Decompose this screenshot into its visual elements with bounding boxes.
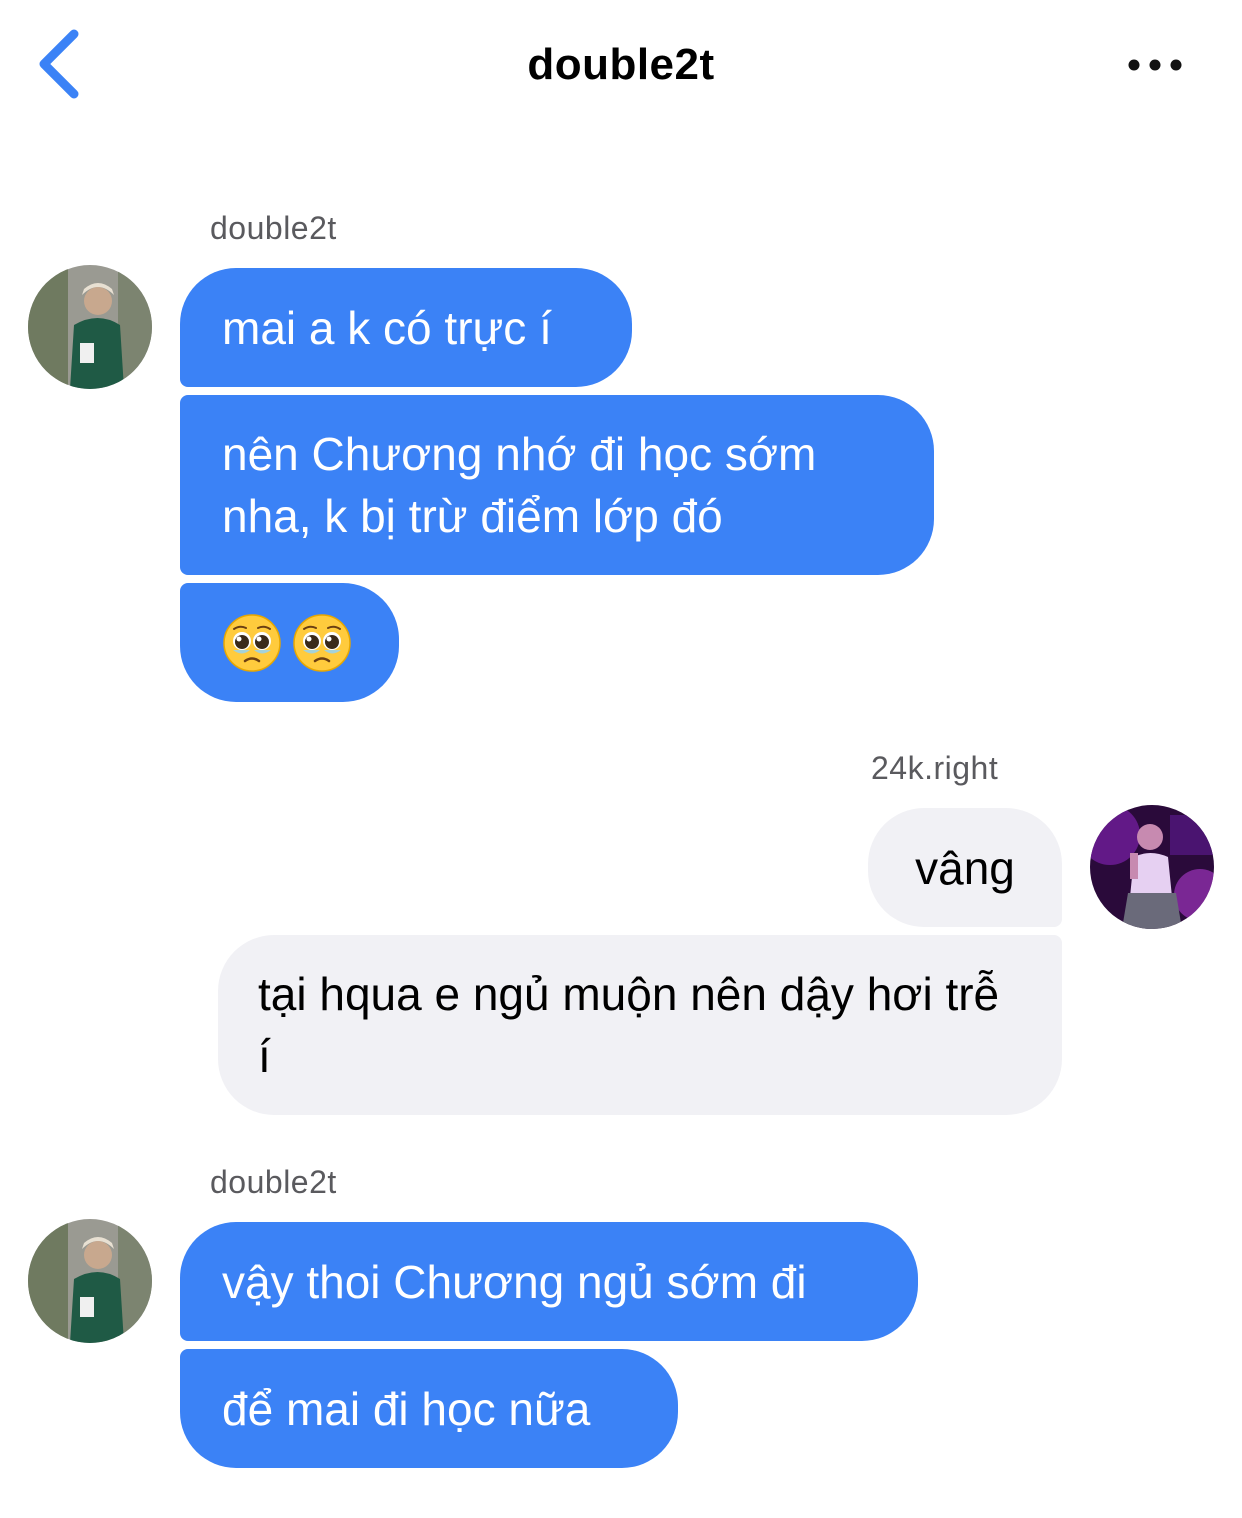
message-text: mai a k có trực í <box>222 301 552 354</box>
message-text: nên Chương nhớ đi học sớm nha, k bị trừ … <box>222 428 817 542</box>
message-bubble-outgoing[interactable]: vâng <box>868 808 1062 927</box>
pleading-face-emoji-icon <box>293 613 351 672</box>
pleading-face-emoji-icon <box>223 613 281 672</box>
avatar-photo <box>1090 805 1214 929</box>
avatar[interactable] <box>28 1219 152 1343</box>
message-text: vâng <box>915 841 1015 894</box>
sender-name: double2t <box>210 210 337 246</box>
message-bubble-incoming[interactable]: để mai đi học nữa <box>180 1349 678 1468</box>
avatar-photo <box>28 1219 152 1343</box>
message-bubble-incoming[interactable]: mai a k có trực í <box>180 268 632 387</box>
sender-name: 24k.right <box>871 750 999 786</box>
avatar[interactable] <box>1090 805 1214 929</box>
avatar-photo <box>28 265 152 389</box>
message-text: để mai đi học nữa <box>222 1382 591 1435</box>
more-options-button[interactable] <box>1118 44 1194 88</box>
message-text: vậy thoi Chương ngủ sớm đi <box>222 1255 807 1308</box>
sender-name: double2t <box>210 1164 337 1200</box>
page-title[interactable]: double2t <box>0 40 1242 90</box>
more-horizontal-icon <box>1128 59 1182 71</box>
message-bubble-incoming[interactable]: vậy thoi Chương ngủ sớm đi <box>180 1222 918 1341</box>
avatar[interactable] <box>28 265 152 389</box>
message-bubble-outgoing[interactable]: tại hqua e ngủ muộn nên dậy hơi trễ í <box>218 935 1062 1115</box>
chat-header: double2t <box>0 0 1242 130</box>
message-bubble-incoming[interactable] <box>180 583 399 702</box>
message-bubble-incoming[interactable]: nên Chương nhớ đi học sớm nha, k bị trừ … <box>180 395 934 575</box>
emoji-group <box>222 613 352 673</box>
message-text: tại hqua e ngủ muộn nên dậy hơi trễ í <box>258 968 1000 1082</box>
